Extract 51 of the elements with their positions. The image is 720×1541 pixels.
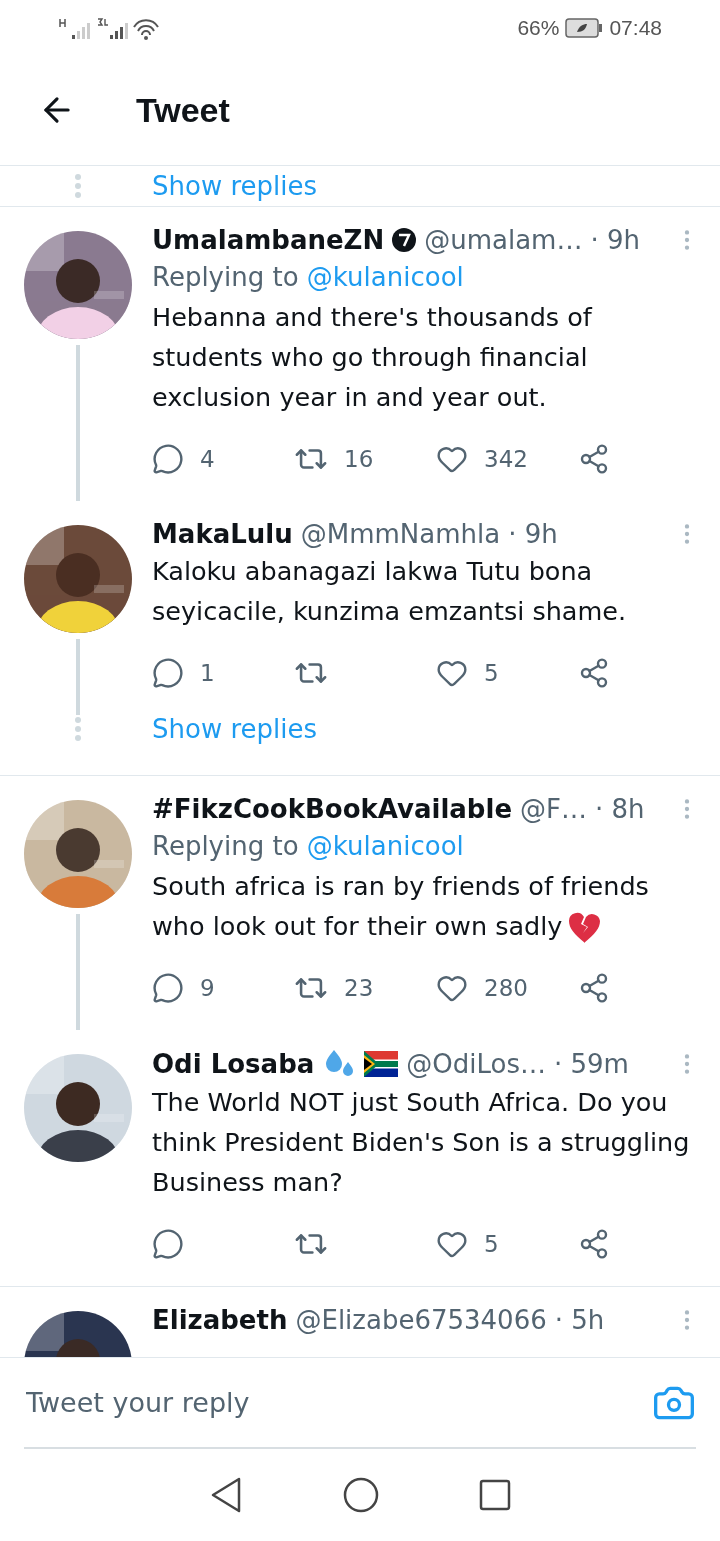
like-count: 342 — [484, 446, 528, 472]
tweet-time: · 59m — [554, 1049, 629, 1079]
thread-dots-icon — [75, 717, 81, 741]
replying-to: Replying to @kulanicool — [152, 261, 465, 294]
author-name: UmalambaneZN — [152, 225, 385, 255]
retweet-count: 16 — [344, 446, 374, 472]
author-name: Elizabeth — [152, 1305, 288, 1335]
retweet-count: 23 — [344, 975, 374, 1001]
battery-icon — [565, 17, 604, 38]
share-icon[interactable] — [578, 1228, 610, 1260]
share-icon[interactable] — [578, 443, 610, 475]
tweet-time: · 9h — [508, 519, 558, 549]
back-nav-button[interactable] — [209, 1476, 243, 1514]
page-title: Tweet — [136, 90, 230, 130]
clock-time: 07:48 — [609, 15, 662, 40]
tweet-text: The World NOT just South Africa. Do you think President Biden's Son is a struggling Business man? — [152, 1086, 691, 1199]
reply-icon[interactable] — [152, 443, 184, 475]
reply-icon[interactable] — [152, 972, 184, 1004]
tweet-text: South africa is ran by friends of friends who look out for their own sadly — [152, 866, 700, 946]
author-handle: @OdiLos… — [406, 1049, 546, 1079]
reply-count: 1 — [200, 660, 215, 686]
like-count: 5 — [484, 1231, 499, 1257]
thread-dots-icon — [75, 174, 81, 198]
tweet-time: · 8h — [595, 794, 645, 824]
author-handle: @MmmNamhla — [300, 519, 501, 549]
show-replies-link[interactable]: Show replies — [152, 171, 318, 201]
tweet-time: · 5h — [554, 1305, 605, 1335]
author-name: MakaLulu — [152, 519, 293, 549]
reply-icon[interactable] — [152, 657, 184, 689]
tweet-text: Hebanna and there's thousands of students who go through financial exclusion year in and year out. — [152, 301, 594, 414]
author-handle: @Elizabe67534066 — [295, 1305, 547, 1335]
reply-icon[interactable] — [152, 1228, 184, 1260]
share-icon[interactable] — [578, 657, 610, 689]
mention-link[interactable]: @kulanicool — [306, 831, 464, 861]
author-name: Odi Losaba — [152, 1049, 315, 1079]
author-handle: @umalam… — [424, 225, 583, 255]
mention-link[interactable]: @kulanicool — [306, 262, 464, 292]
reply-count: 9 — [200, 975, 215, 1001]
share-icon[interactable] — [578, 972, 610, 1004]
like-count: 5 — [484, 660, 499, 686]
recents-nav-button[interactable] — [479, 1479, 511, 1511]
home-nav-button[interactable] — [343, 1477, 379, 1513]
tweet-text: Kaloku abanagazi lakwa Tutu bona seyicacile, kunzima emzantsi shame. — [152, 555, 628, 628]
replying-to: Replying to @kulanicool — [152, 830, 465, 863]
author-name: #FikzCookBookAvailable — [152, 794, 513, 824]
reply-count: 4 — [200, 446, 215, 472]
tweet-time: · 9h — [590, 225, 640, 255]
show-replies-link[interactable]: Show replies — [152, 714, 318, 744]
battery-percent: 66% — [517, 15, 560, 40]
like-count: 280 — [484, 975, 528, 1001]
author-handle: @F… — [520, 794, 587, 824]
